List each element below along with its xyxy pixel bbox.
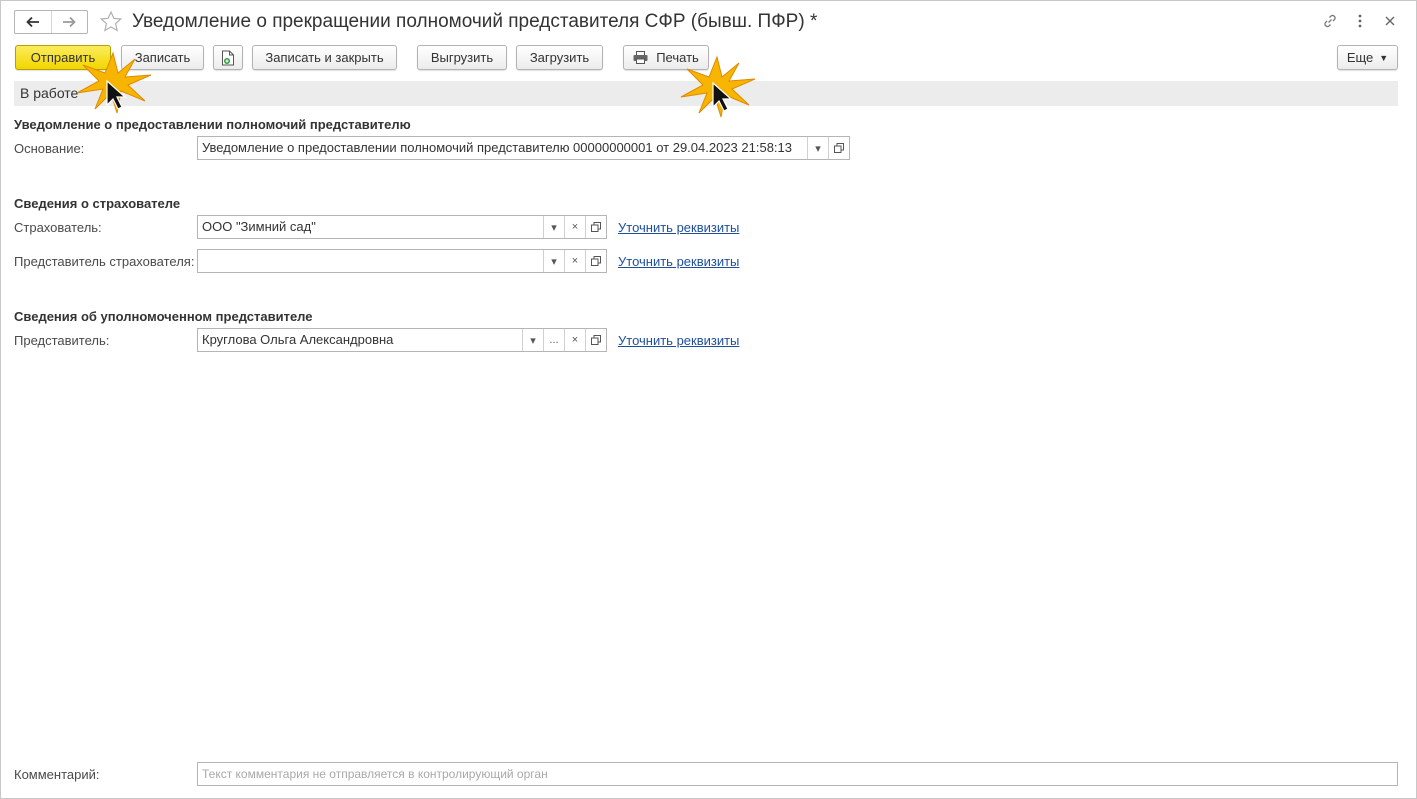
clear-icon: × xyxy=(571,221,579,233)
navigation-group xyxy=(14,10,88,34)
more-icon xyxy=(1358,14,1362,28)
printer-icon xyxy=(633,51,648,64)
chevron-down-icon: ▼ xyxy=(1379,52,1389,63)
representative-clear-button[interactable]: × xyxy=(564,329,585,351)
import-button[interactable]: Загрузить xyxy=(516,45,603,70)
link-icon xyxy=(1324,14,1336,28)
status-strip: В работе xyxy=(14,81,1398,106)
clear-icon: × xyxy=(571,255,579,267)
open-window-icon xyxy=(834,143,844,153)
forward-button[interactable] xyxy=(50,11,88,33)
triangle-down-icon: ▾ xyxy=(530,334,536,347)
representative-refine-link[interactable]: Уточнить реквизиты xyxy=(618,333,739,348)
close-button[interactable] xyxy=(1380,11,1400,31)
insurer-section-title: Сведения о страхователе xyxy=(14,196,181,211)
save-button[interactable]: Записать xyxy=(121,45,204,70)
more-actions-button[interactable] xyxy=(1350,11,1370,31)
insurer-rep-dropdown-button[interactable]: ▾ xyxy=(543,250,564,272)
insurer-refine-link[interactable]: Уточнить реквизиты xyxy=(618,220,739,235)
representative-field[interactable]: Круглова Ольга Александровна ▾ ... × xyxy=(197,328,607,352)
insurer-dropdown-button[interactable]: ▾ xyxy=(543,216,564,238)
insurer-rep-label: Представитель страхователя: xyxy=(14,254,195,269)
comment-input[interactable] xyxy=(197,762,1398,786)
save-file-button[interactable] xyxy=(213,45,243,70)
print-button-label: Печать xyxy=(656,50,699,65)
insurer-rep-refine-link[interactable]: Уточнить реквизиты xyxy=(618,254,739,269)
triangle-down-icon: ▾ xyxy=(815,142,821,155)
triangle-down-icon: ▾ xyxy=(551,221,557,234)
representative-section-title: Сведения об уполномоченном представителе xyxy=(14,309,313,324)
open-window-icon xyxy=(591,256,601,266)
basis-section-title: Уведомление о предоставлении полномочий … xyxy=(14,117,411,132)
document-window: Уведомление о прекращении полномочий пре… xyxy=(0,0,1417,799)
favorite-button[interactable] xyxy=(98,9,124,35)
insurer-rep-field[interactable]: ▾ × xyxy=(197,249,607,273)
save-document-icon xyxy=(222,50,234,65)
clear-icon: × xyxy=(571,334,579,346)
representative-open-button[interactable] xyxy=(585,329,606,351)
close-icon xyxy=(1385,16,1395,26)
arrow-right-icon xyxy=(63,16,77,28)
basis-dropdown-button[interactable]: ▾ xyxy=(807,137,828,159)
insurer-rep-clear-button[interactable]: × xyxy=(564,250,585,272)
more-menu-label: Еще xyxy=(1346,50,1374,65)
link-button[interactable] xyxy=(1320,11,1340,31)
open-window-icon xyxy=(591,335,601,345)
representative-dropdown-button[interactable]: ▾ xyxy=(522,329,543,351)
open-window-icon xyxy=(591,222,601,232)
basis-open-button[interactable] xyxy=(828,137,849,159)
basis-field[interactable]: Уведомление о предоставлении полномочий … xyxy=(197,136,850,160)
page-title: Уведомление о прекращении полномочий пре… xyxy=(132,11,818,32)
back-button[interactable] xyxy=(15,11,51,33)
comment-label: Комментарий: xyxy=(14,767,100,782)
insurer-value[interactable]: ООО "Зимний сад" xyxy=(198,216,543,238)
basis-label: Основание: xyxy=(14,141,85,156)
save-and-close-button[interactable]: Записать и закрыть xyxy=(252,45,397,70)
triangle-down-icon: ▾ xyxy=(551,255,557,268)
insurer-open-button[interactable] xyxy=(585,216,606,238)
insurer-label: Страхователь: xyxy=(14,220,102,235)
arrow-left-icon xyxy=(25,16,39,28)
star-icon xyxy=(99,10,123,32)
more-menu-button[interactable]: Еще ▼ xyxy=(1337,45,1398,70)
ellipsis-icon: ... xyxy=(549,334,559,346)
representative-label: Представитель: xyxy=(14,333,110,348)
send-button[interactable]: Отправить xyxy=(15,45,111,70)
insurer-clear-button[interactable]: × xyxy=(564,216,585,238)
insurer-rep-open-button[interactable] xyxy=(585,250,606,272)
representative-select-button[interactable]: ... xyxy=(543,329,564,351)
insurer-rep-value[interactable] xyxy=(198,250,543,272)
basis-value[interactable]: Уведомление о предоставлении полномочий … xyxy=(198,137,807,159)
representative-value[interactable]: Круглова Ольга Александровна xyxy=(198,329,522,351)
insurer-field[interactable]: ООО "Зимний сад" ▾ × xyxy=(197,215,607,239)
print-button[interactable]: Печать xyxy=(623,45,709,70)
export-button[interactable]: Выгрузить xyxy=(417,45,507,70)
